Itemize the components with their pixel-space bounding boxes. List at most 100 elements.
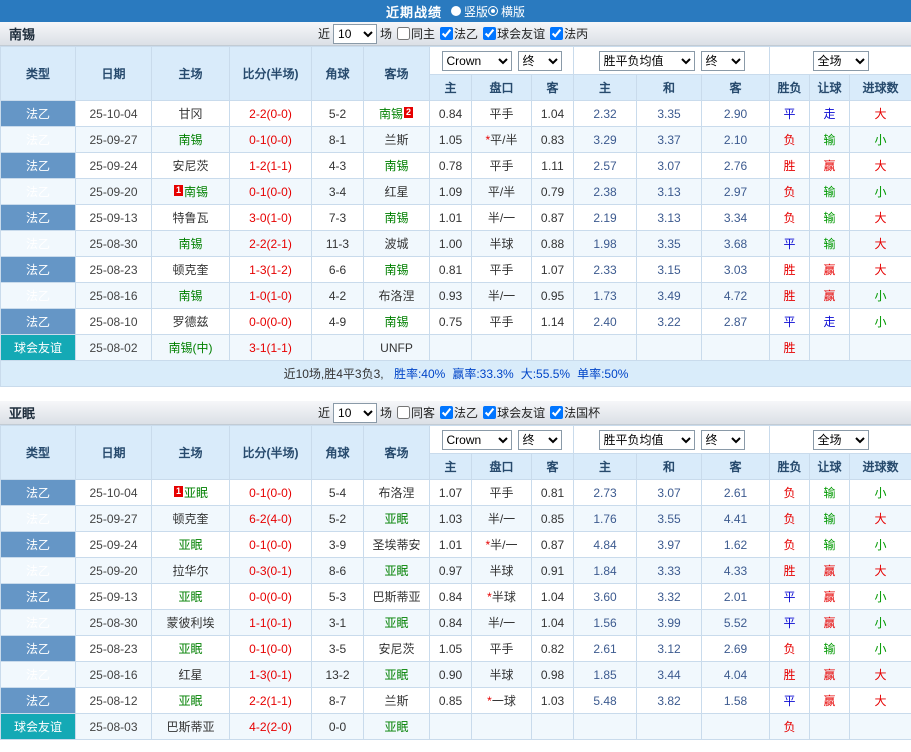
handicap-line-cell: 平手 <box>471 256 532 283</box>
match-type-cell: 法乙 <box>0 152 76 179</box>
home-odds-cell: 0.84 <box>429 609 472 636</box>
home-odds-cell: 1.03 <box>429 505 472 532</box>
corners-cell: 8-7 <box>311 687 364 714</box>
match-date-cell: 25-08-23 <box>75 635 152 662</box>
section-filters: 近 10 场 同主 法乙 球会友谊 法丙 <box>318 22 588 45</box>
column-subheader: 客 <box>530 74 575 101</box>
avg-home-cell: 1.85 <box>573 661 638 688</box>
handicap-result-cell: 输 <box>809 178 851 205</box>
match-row: 法乙 25-09-20 拉华尔 0-3(0-1) 8-6 亚眠 0.97 半球 0.91 1.84… <box>0 557 911 584</box>
handicap-line-cell: 平手 <box>471 479 532 506</box>
filter-checkbox[interactable] <box>550 27 564 40</box>
filter-checkbox[interactable] <box>440 406 454 419</box>
home-team-name: 拉华尔 <box>172 564 209 578</box>
avg-away-cell: 3.03 <box>701 256 771 283</box>
avg-stage-select[interactable]: 终 <box>700 50 745 71</box>
filter-checkbox-item[interactable]: 法乙 <box>440 404 478 421</box>
red-card-badge: 1 <box>173 486 183 497</box>
filter-checkbox-item[interactable]: 法乙 <box>440 25 478 42</box>
match-row: 法乙 25-09-24 亚眠 0-1(0-0) 3-9 圣埃蒂安 1.01 *半/一 0.87 4… <box>0 531 911 558</box>
away-odds-cell: 0.87 <box>530 204 575 231</box>
home-team-name: 亚眠 <box>178 538 203 552</box>
match-date-cell: 25-08-16 <box>75 661 152 688</box>
team-name-heading: 南锡 <box>9 27 36 42</box>
handicap-result-cell: 输 <box>809 635 851 662</box>
filter-checkbox[interactable] <box>483 406 497 419</box>
avg-stage-select[interactable]: 终 <box>700 429 745 450</box>
filter-checkbox[interactable] <box>397 27 411 40</box>
filter-checkbox-item[interactable]: 球会友谊 <box>483 25 545 42</box>
avg-type-select[interactable]: 胜平负均值 <box>598 429 695 450</box>
handicap-line-cell: 半/一 <box>471 204 532 231</box>
match-type-cell: 法乙 <box>0 178 76 205</box>
scope-select[interactable]: 全场 <box>812 429 869 450</box>
avg-type-select[interactable]: 胜平负均值 <box>598 50 695 71</box>
handicap-result-cell: 赢 <box>809 609 851 636</box>
avg-home-cell: 1.98 <box>573 230 638 257</box>
filter-checkbox[interactable] <box>440 27 454 40</box>
odds-stage-select[interactable]: 终 <box>517 50 562 71</box>
home-team-name: 亚眠 <box>183 486 208 500</box>
filter-checkbox-item[interactable]: 同客 <box>397 404 435 421</box>
filter-checkbox-item[interactable]: 法丙 <box>550 25 588 42</box>
odds-company-select[interactable]: Crown <box>441 50 512 71</box>
filter-checkbox-item[interactable]: 法国杯 <box>550 404 600 421</box>
layout-radio-vertical[interactable]: 竖版 <box>450 3 488 20</box>
match-type-cell: 法乙 <box>0 256 76 283</box>
goals-result-cell: 小 <box>849 583 911 610</box>
avg-draw-cell: 3.33 <box>636 557 703 584</box>
checkbox-label: 法丙 <box>564 27 589 41</box>
match-row: 球会友谊 25-08-02 南锡(中) 3-1(1-1) UNFP 胜 <box>0 334 911 361</box>
summary-stat: 单率:50% <box>577 367 629 381</box>
home-team-cell: 顿克奎 <box>151 505 230 532</box>
match-row: 法乙 25-09-27 南锡 0-1(0-0) 8-1 兰斯 1.05 *平/半 0.83 3.2… <box>0 126 911 153</box>
match-row: 法乙 25-08-30 蒙彼利埃 1-1(0-1) 3-1 亚眠 0.84 半/一 1.04 1.… <box>0 609 911 636</box>
goals-result-cell: 大 <box>849 557 911 584</box>
away-team-name: 亚眠 <box>384 668 409 682</box>
match-row: 法乙 25-08-23 顿克奎 1-3(1-2) 6-6 南锡 0.81 平手 1.07 2.33… <box>0 256 911 283</box>
match-type-cell: 法乙 <box>0 230 76 257</box>
away-team-cell: 兰斯 <box>363 126 430 153</box>
match-row: 法乙 25-09-13 特鲁瓦 3-0(1-0) 7-3 南锡 1.01 半/一 0.87 2.1… <box>0 204 911 231</box>
filter-checkbox[interactable] <box>397 406 411 419</box>
filter-checkbox-item[interactable]: 球会友谊 <box>483 404 545 421</box>
home-odds-cell: 0.81 <box>429 256 472 283</box>
avg-home-cell: 3.60 <box>573 583 638 610</box>
odds-stage-select[interactable]: 终 <box>517 429 562 450</box>
avg-draw-cell: 3.32 <box>636 583 703 610</box>
handicap-line-cell: 平手 <box>471 635 532 662</box>
odds-company-select[interactable]: Crown <box>441 429 512 450</box>
match-type-cell: 法乙 <box>0 479 76 506</box>
home-odds-cell: 0.93 <box>429 282 472 309</box>
away-odds-cell: 1.04 <box>530 609 575 636</box>
home-team-cell: 特鲁瓦 <box>151 204 230 231</box>
column-subheader: 让球 <box>809 74 851 101</box>
goals-result-cell: 小 <box>849 126 911 153</box>
layout-radio-horizontal[interactable]: 横版 <box>488 3 525 20</box>
match-count-select[interactable]: 10 <box>333 402 378 423</box>
handicap-line-cell: *平/半 <box>471 126 532 153</box>
score-cell: 0-1(0-0) <box>229 531 312 558</box>
filter-checkbox[interactable] <box>483 27 497 40</box>
home-team-cell: 1 南锡 <box>151 178 230 205</box>
away-odds-cell: 0.83 <box>530 126 575 153</box>
scope-select[interactable]: 全场 <box>812 50 869 71</box>
handicap-result-cell: 走 <box>809 308 851 335</box>
filter-checkbox-item[interactable]: 同主 <box>397 25 435 42</box>
handicap-line-cell: 半/一 <box>471 609 532 636</box>
filter-checkbox[interactable] <box>550 406 564 419</box>
match-count-select[interactable]: 10 <box>333 23 378 44</box>
result-cell: 负 <box>769 713 811 740</box>
handicap-result-cell: 赢 <box>809 557 851 584</box>
score-cell: 3-1(1-1) <box>229 334 312 361</box>
result-cell: 负 <box>769 479 811 506</box>
avg-draw-cell <box>636 713 703 740</box>
match-row: 法乙 25-09-13 亚眠 0-0(0-0) 5-3 巴斯蒂亚 0.84 *半球 1.04 3.… <box>0 583 911 610</box>
away-team-cell: 南锡 <box>363 204 430 231</box>
home-odds-cell: 1.01 <box>429 531 472 558</box>
avg-home-cell: 1.73 <box>573 282 638 309</box>
goals-result-cell: 大 <box>849 100 911 127</box>
home-odds-cell: 0.84 <box>429 100 472 127</box>
score-cell: 0-1(0-0) <box>229 635 312 662</box>
avg-draw-cell: 3.13 <box>636 178 703 205</box>
